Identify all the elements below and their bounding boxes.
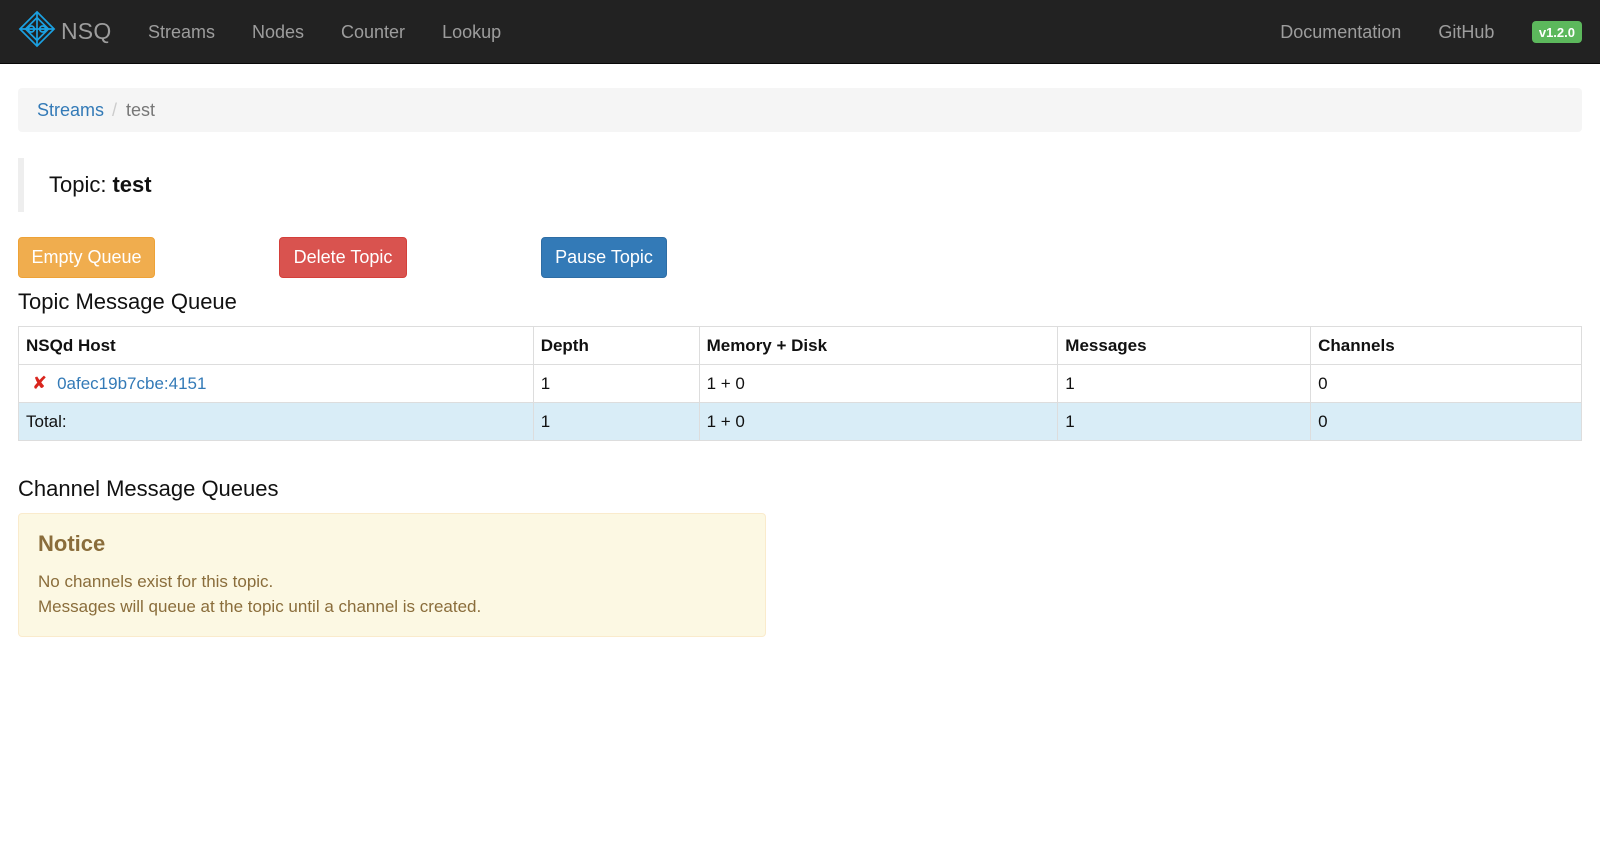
version-badge: v1.2.0: [1531, 20, 1582, 43]
nav-github[interactable]: GitHub: [1420, 0, 1513, 64]
nav-nodes[interactable]: Nodes: [233, 0, 322, 64]
notice-alert: Notice No channels exist for this topic.…: [18, 513, 766, 637]
notice-title: Notice: [38, 531, 106, 556]
nav-streams[interactable]: Streams: [129, 0, 233, 64]
breadcrumb: Streams / test: [18, 88, 1582, 132]
right-nav: Documentation GitHub v1.2.0: [1262, 0, 1582, 64]
topic-queue-heading: Topic Message Queue: [18, 289, 237, 314]
brand-name: NSQ: [61, 18, 112, 44]
topic-name: test: [112, 172, 152, 197]
col-memory-disk: Memory + Disk: [698, 326, 1059, 365]
breadcrumb-streams-link[interactable]: Streams: [37, 100, 104, 121]
topic-queue-table: NSQd Host Depth Memory + Disk Messages C…: [18, 326, 1582, 441]
total-memory-disk: 1 + 0: [698, 402, 1059, 441]
col-depth: Depth: [532, 326, 700, 365]
breadcrumb-current: test: [126, 99, 156, 120]
depth-cell: 1: [532, 364, 700, 403]
nav-lookup[interactable]: Lookup: [424, 0, 520, 64]
host-link[interactable]: 0afec19b7cbe:4151: [57, 374, 206, 394]
main-nav: Streams Nodes Counter Lookup: [129, 0, 519, 64]
col-messages: Messages: [1057, 326, 1312, 365]
channels-cell: 0: [1310, 364, 1582, 403]
host-cell: ✘ 0afec19b7cbe:4151: [18, 364, 534, 403]
topic-label: Topic:: [49, 172, 107, 197]
total-label: Total:: [18, 402, 534, 441]
nav-documentation[interactable]: Documentation: [1262, 0, 1420, 64]
total-messages: 1: [1057, 402, 1312, 441]
channel-queues-heading: Channel Message Queues: [18, 476, 279, 501]
total-depth: 1: [532, 402, 700, 441]
total-channels: 0: [1310, 402, 1582, 441]
nav-counter[interactable]: Counter: [323, 0, 424, 64]
delete-topic-button[interactable]: Delete Topic: [279, 237, 407, 278]
top-navbar: NSQ Streams Nodes Counter Lookup Documen…: [0, 0, 1600, 64]
table-header-row: NSQd Host Depth Memory + Disk Messages C…: [18, 326, 1582, 365]
empty-queue-button[interactable]: Empty Queue: [18, 237, 155, 278]
x-mark-icon: ✘: [32, 373, 48, 393]
notice-line-2: Messages will queue at the topic until a…: [38, 597, 482, 616]
page-title: Topic: test: [18, 158, 618, 212]
nsq-logo-icon: [18, 10, 56, 53]
brand-link[interactable]: NSQ: [18, 10, 111, 53]
messages-cell: 1: [1057, 364, 1312, 403]
breadcrumb-separator: /: [112, 99, 118, 120]
memory-disk-cell: 1 + 0: [698, 364, 1059, 403]
notice-line-1: No channels exist for this topic.: [38, 572, 274, 591]
pause-topic-button[interactable]: Pause Topic: [541, 237, 667, 278]
table-row: ✘ 0afec19b7cbe:4151 1 1 + 0 1 0: [18, 364, 1582, 403]
total-row: Total: 1 1 + 0 1 0: [18, 402, 1582, 441]
col-channels: Channels: [1310, 326, 1582, 365]
col-nsqd-host: NSQd Host: [18, 326, 534, 365]
